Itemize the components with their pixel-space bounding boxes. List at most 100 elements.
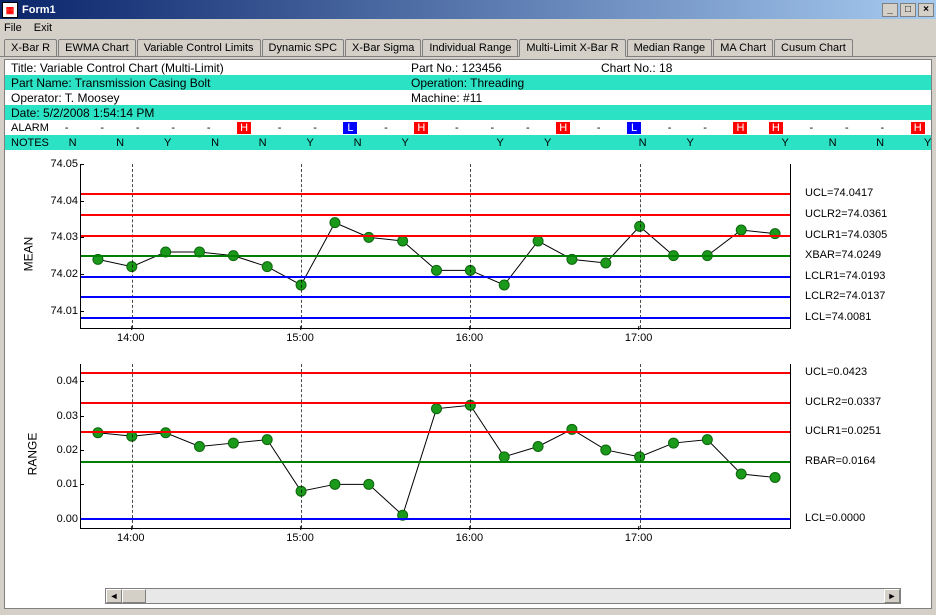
tab-ma-chart[interactable]: MA Chart [713, 39, 773, 56]
notes-cell: N [334, 137, 382, 149]
y-tick: 0.04 [40, 375, 78, 387]
tab-dynamic-spc[interactable]: Dynamic SPC [262, 39, 344, 56]
x-tick: 15:00 [286, 332, 314, 344]
app-icon: ▦ [2, 2, 18, 18]
alarm-cell: - [84, 122, 120, 134]
x-tick: 17:00 [625, 332, 653, 344]
alarm-cell: - [581, 122, 617, 134]
data-point[interactable] [499, 280, 509, 290]
tab-individual-range[interactable]: Individual Range [422, 39, 518, 56]
data-point[interactable] [736, 225, 746, 235]
tab-ewma-chart[interactable]: EWMA Chart [58, 39, 136, 56]
notes-cell: Y [904, 137, 936, 149]
limit-line-lclr2 [81, 296, 790, 298]
alarm-cell: - [49, 122, 85, 134]
notes-cell: N [49, 137, 97, 149]
tab-x-bar-r[interactable]: X-Bar R [4, 39, 57, 56]
alarm-cell: H [237, 122, 251, 134]
data-point[interactable] [195, 442, 205, 452]
y-tick: 74.03 [40, 231, 78, 243]
data-point[interactable] [330, 218, 340, 228]
data-point[interactable] [770, 472, 780, 482]
data-point[interactable] [736, 469, 746, 479]
y-tick: 0.00 [40, 513, 78, 525]
notes-cell: Y [524, 137, 572, 149]
alarm-cell: - [510, 122, 546, 134]
data-point[interactable] [330, 479, 340, 489]
alarm-cell: - [155, 122, 191, 134]
header-operator: Operator: T. Moosey [11, 91, 411, 105]
data-point[interactable] [601, 258, 611, 268]
minimize-button[interactable]: _ [882, 3, 898, 17]
alarm-cell: - [865, 122, 901, 134]
limit-label-uclr1: UCLR1=0.0251 [805, 425, 881, 437]
horizontal-scrollbar[interactable]: ◄ ► [105, 588, 901, 604]
notes-cell: Y [286, 137, 334, 149]
alarm-row: ALARM -----H--L-H---H-L--HH---H-- [5, 120, 931, 135]
notes-cell [571, 137, 619, 149]
scroll-thumb[interactable] [122, 589, 146, 603]
tab-x-bar-sigma[interactable]: X-Bar Sigma [345, 39, 421, 56]
header-rows: Title: Variable Control Chart (Multi-Lim… [5, 60, 931, 150]
data-point[interactable] [364, 479, 374, 489]
y-tick: 74.02 [40, 268, 78, 280]
limit-label-uclr2: UCLR2=0.0337 [805, 396, 881, 408]
notes-cell [429, 137, 477, 149]
maximize-button[interactable]: □ [900, 3, 916, 17]
notes-cell: Y [144, 137, 192, 149]
tab-cusum-chart[interactable]: Cusum Chart [774, 39, 853, 56]
notes-cell: N [191, 137, 239, 149]
y-tick: 74.01 [40, 305, 78, 317]
limit-line-xbar [81, 255, 790, 257]
alarm-cell: - [120, 122, 156, 134]
header-chartno: Chart No.: 18 [601, 61, 751, 75]
alarm-cell: H [556, 122, 570, 134]
data-point[interactable] [432, 404, 442, 414]
tab-median-range[interactable]: Median Range [627, 39, 713, 56]
notes-cell: Y [666, 137, 714, 149]
menu-file[interactable]: File [4, 22, 22, 34]
gridline [640, 364, 641, 528]
alarm-cell: L [343, 122, 357, 134]
limit-line-lcl [81, 317, 790, 319]
limit-line-uclr2 [81, 214, 790, 216]
notes-cell: N [619, 137, 667, 149]
data-point[interactable] [601, 445, 611, 455]
limit-line-uclr1 [81, 431, 790, 433]
mean-ylabel: MEAN [21, 237, 35, 272]
data-point[interactable] [262, 435, 272, 445]
data-point[interactable] [669, 438, 679, 448]
data-point[interactable] [262, 262, 272, 272]
notes-cell: N [856, 137, 904, 149]
limit-label-rbar: RBAR=0.0164 [805, 455, 876, 467]
y-tick: 74.05 [40, 158, 78, 170]
tab-multi-limit-x-bar-r[interactable]: Multi-Limit X-Bar R [519, 39, 625, 57]
close-button[interactable]: × [918, 3, 934, 17]
data-point[interactable] [702, 435, 712, 445]
scroll-left-button[interactable]: ◄ [106, 589, 122, 603]
alarm-cell: H [414, 122, 428, 134]
notes-cell: Y [761, 137, 809, 149]
x-tick: 15:00 [286, 532, 314, 544]
alarm-cell: - [475, 122, 511, 134]
alarm-cell: H [769, 122, 783, 134]
tab-variable-control-limits[interactable]: Variable Control Limits [137, 39, 261, 56]
y-tick: 74.04 [40, 195, 78, 207]
alarm-cell: - [687, 122, 723, 134]
data-point[interactable] [533, 442, 543, 452]
notes-cell: N [96, 137, 144, 149]
data-point[interactable] [499, 452, 509, 462]
y-tick: 0.02 [40, 444, 78, 456]
data-point[interactable] [228, 438, 238, 448]
limit-label-lcl: LCL=0.0000 [805, 512, 865, 524]
scroll-right-button[interactable]: ► [884, 589, 900, 603]
tab-strip: X-Bar REWMA ChartVariable Control Limits… [0, 37, 936, 57]
y-tick: 0.01 [40, 478, 78, 490]
notes-cell [714, 137, 762, 149]
data-point[interactable] [533, 236, 543, 246]
notes-cell: N [239, 137, 287, 149]
data-point[interactable] [398, 236, 408, 246]
data-point[interactable] [432, 265, 442, 275]
menu-exit[interactable]: Exit [34, 22, 52, 34]
alarm-cell: - [191, 122, 227, 134]
